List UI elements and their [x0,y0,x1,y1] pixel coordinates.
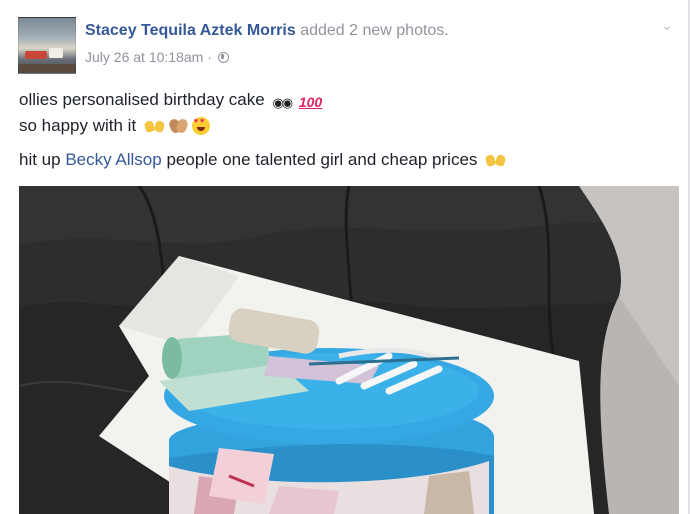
post-text-line-1: ollies personalised birthday cake ◉◉ 100 [19,90,322,111]
hundred-points-emoji: 100 [298,94,323,110]
post-header: Stacey Tequila Aztek Morris added 2 new … [85,22,449,40]
globe-icon[interactable] [217,52,229,63]
meta-separator: · [207,49,212,65]
post-text: people one talented girl and cheap price… [166,150,478,169]
tagged-user-link[interactable]: Becky Allsop [65,150,161,169]
post-card: Stacey Tequila Aztek Morris added 2 new … [0,0,689,514]
raising-hands-emoji [144,119,166,133]
raising-hands-emoji [485,153,507,167]
post-photo[interactable] [19,186,679,514]
post-text: so happy with it [19,116,137,135]
author-name-link[interactable]: Stacey Tequila Aztek Morris [85,22,296,39]
timestamp-link[interactable]: July 26 at 10:18am [85,49,203,65]
post-text: hit up [19,150,61,169]
post-meta: July 26 at 10:18am · [85,49,229,65]
avatar-detail [25,51,47,59]
post-text-line-2: so happy with it [19,116,210,136]
clapping-hands-emoji [169,118,189,134]
avatar-detail [19,64,75,73]
post-text-line-3: hit up Becky Allsop people one talented … [19,150,507,170]
heart-eyes-emoji [191,117,210,135]
post-text: ollies personalised birthday cake [19,90,265,109]
avatar[interactable] [18,17,76,74]
avatar-detail [49,48,63,58]
cake-photo-image [19,186,679,514]
chevron-down-icon[interactable]: ⌄ [660,18,674,32]
post-action-text: added 2 new photos. [300,22,449,39]
eyes-emoji: ◉◉ [272,95,293,110]
